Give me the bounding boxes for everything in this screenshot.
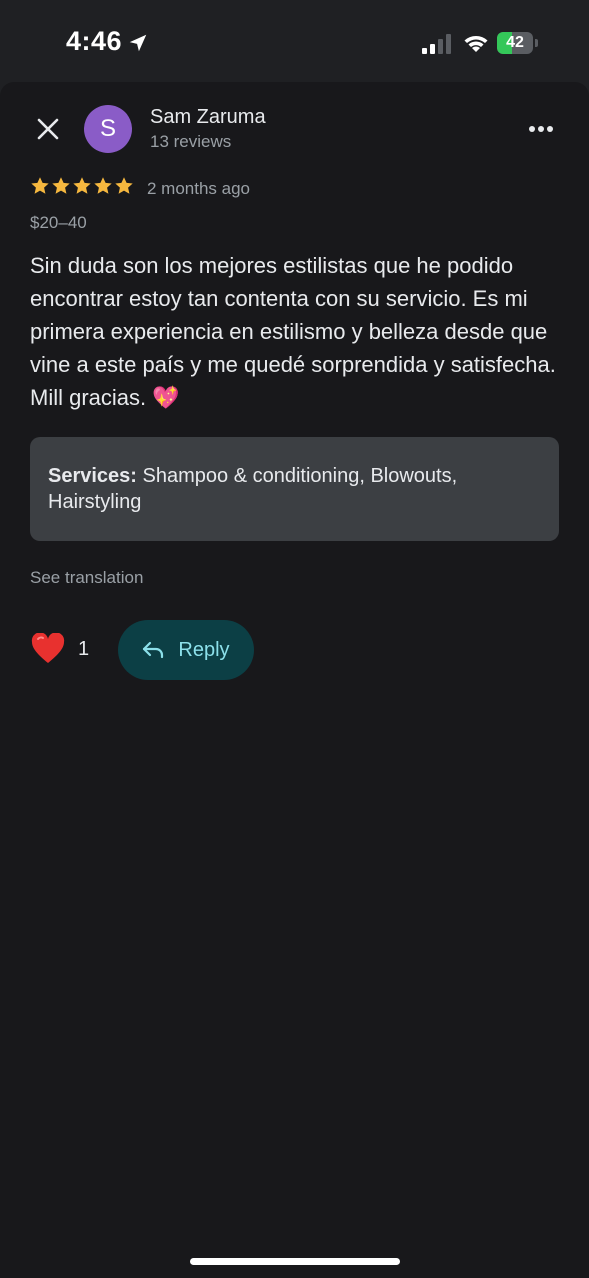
review-sheet: S Sam Zaruma 13 reviews 2 months ago $20… [0, 82, 589, 1278]
status-time: 4:46 [66, 26, 123, 56]
star-icon [52, 177, 70, 194]
reply-icon [143, 641, 164, 659]
avatar[interactable]: S [84, 105, 132, 153]
reviewer-name[interactable]: Sam Zaruma [150, 106, 266, 129]
star-icon [115, 177, 133, 194]
star-icon [73, 177, 91, 194]
reply-button[interactable]: Reply [118, 620, 254, 680]
close-icon [37, 118, 59, 140]
close-button[interactable] [28, 109, 68, 149]
star-rating [30, 176, 134, 196]
battery-icon: 42 [497, 32, 539, 54]
location-arrow-icon [129, 34, 147, 52]
services-label: Services: [48, 465, 137, 487]
reviewer-review-count: 13 reviews [150, 132, 232, 151]
cellular-signal-icon [422, 34, 451, 54]
see-translation-link[interactable]: See translation [30, 568, 143, 588]
screen: 4:46 42 S Sam Zaruma 13 reviews 2 months… [0, 0, 589, 1278]
battery-level: 42 [506, 34, 524, 51]
battery-tip [535, 39, 538, 47]
services-box: Services: Shampoo & conditioning, Blowou… [30, 437, 559, 541]
heart-icon[interactable] [31, 633, 65, 665]
review-text: Sin duda son los mejores estilistas que … [30, 253, 556, 410]
star-icon [94, 177, 112, 194]
more-vertical-icon [529, 126, 553, 132]
like-count: 1 [78, 638, 90, 660]
review-time: 2 months ago [147, 179, 251, 198]
wifi-icon [464, 36, 488, 52]
status-bar: 4:46 42 [0, 0, 589, 82]
home-indicator[interactable] [190, 1258, 400, 1265]
more-options-button[interactable] [521, 112, 561, 146]
reply-label: Reply [178, 638, 230, 661]
star-icon [31, 177, 49, 194]
price-range: $20–40 [30, 213, 87, 232]
battery-body: 42 [497, 32, 533, 54]
